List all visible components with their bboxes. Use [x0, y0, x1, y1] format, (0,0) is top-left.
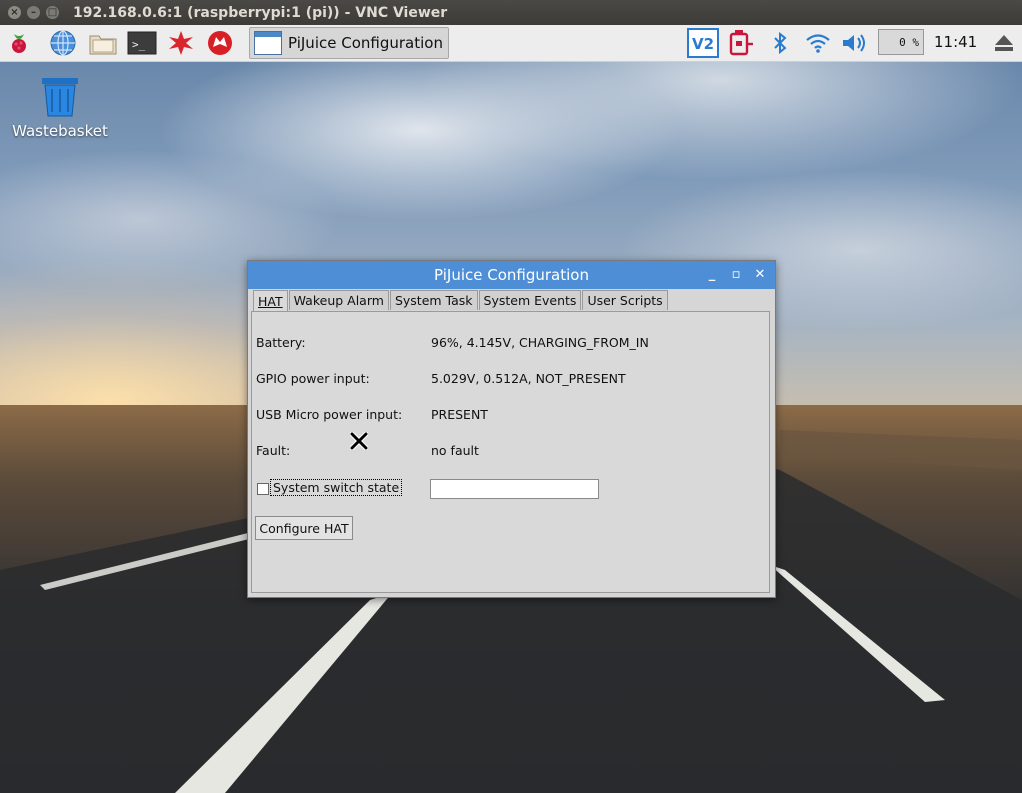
window-title: PiJuice Configuration: [434, 266, 589, 284]
system-switch-checkbox[interactable]: [257, 483, 269, 495]
tab-bar: HAT Wakeup Alarm System Task System Even…: [253, 290, 669, 312]
configure-hat-button[interactable]: Configure HAT: [255, 516, 353, 540]
wolfram-icon[interactable]: [205, 28, 235, 58]
window-titlebar[interactable]: PiJuice Configuration _ ▫ ✕: [248, 261, 775, 289]
system-switch-label[interactable]: System switch state: [270, 479, 403, 496]
x-cursor-icon: [350, 432, 368, 450]
fault-value: no fault: [431, 443, 479, 458]
pijuice-tray-icon[interactable]: [726, 28, 758, 58]
clock[interactable]: 11:41: [934, 33, 977, 51]
wifi-icon[interactable]: [804, 28, 832, 58]
task-button-label: PiJuice Configuration: [288, 34, 443, 52]
usb-label: USB Micro power input:: [256, 407, 403, 422]
pijuice-config-window: PiJuice Configuration _ ▫ ✕ HAT Wakeup A…: [247, 260, 776, 598]
raspberry-menu-icon[interactable]: [4, 28, 34, 58]
taskbar: >_ PiJuice Configuration V2 0 % 11:41: [0, 25, 1022, 62]
tab-system-events[interactable]: System Events: [478, 290, 582, 310]
fault-label: Fault:: [256, 443, 291, 458]
file-manager-icon[interactable]: [88, 28, 118, 58]
svg-text:>_: >_: [132, 38, 146, 51]
web-browser-icon[interactable]: [48, 28, 78, 58]
bluetooth-icon[interactable]: [768, 28, 792, 58]
minimize-icon[interactable]: _: [705, 266, 719, 282]
tab-wakeup-alarm[interactable]: Wakeup Alarm: [288, 290, 389, 310]
volume-icon[interactable]: [840, 28, 870, 58]
gpio-label: GPIO power input:: [256, 371, 370, 386]
math-kernel-icon[interactable]: [166, 28, 196, 58]
vnc-titlebar: × – □ 192.168.0.6:1 (raspberrypi:1 (pi))…: [0, 0, 1022, 25]
trash-icon: [40, 76, 80, 118]
cpu-monitor[interactable]: 0 %: [878, 29, 924, 55]
usb-value: PRESENT: [431, 407, 488, 422]
maximize-icon[interactable]: □: [46, 6, 59, 19]
vnc-server-icon[interactable]: V2: [686, 28, 720, 58]
minimize-icon[interactable]: –: [27, 6, 40, 19]
gpio-value: 5.029V, 0.512A, NOT_PRESENT: [431, 371, 626, 386]
task-button-pijuice[interactable]: PiJuice Configuration: [249, 27, 449, 59]
tab-user-scripts[interactable]: User Scripts: [582, 290, 668, 310]
window-controls: × – □: [8, 6, 59, 19]
eject-icon[interactable]: [990, 28, 1018, 58]
battery-label: Battery:: [256, 335, 306, 350]
tab-hat[interactable]: HAT: [253, 290, 288, 312]
system-switch-input[interactable]: [430, 479, 599, 499]
wastebasket-desktop-icon[interactable]: Wastebasket: [10, 76, 110, 140]
svg-text:V2: V2: [692, 35, 714, 53]
vnc-title: 192.168.0.6:1 (raspberrypi:1 (pi)) - VNC…: [73, 4, 448, 21]
close-icon[interactable]: ✕: [753, 266, 767, 282]
terminal-icon[interactable]: >_: [127, 28, 157, 58]
wastebasket-label: Wastebasket: [12, 122, 108, 140]
battery-value: 96%, 4.145V, CHARGING_FROM_IN: [431, 335, 649, 350]
maximize-icon[interactable]: ▫: [729, 266, 743, 282]
window-icon: [254, 31, 282, 55]
close-icon[interactable]: ×: [8, 6, 21, 19]
tab-system-task[interactable]: System Task: [389, 290, 478, 310]
hat-panel: Battery: 96%, 4.145V, CHARGING_FROM_IN G…: [251, 311, 770, 593]
